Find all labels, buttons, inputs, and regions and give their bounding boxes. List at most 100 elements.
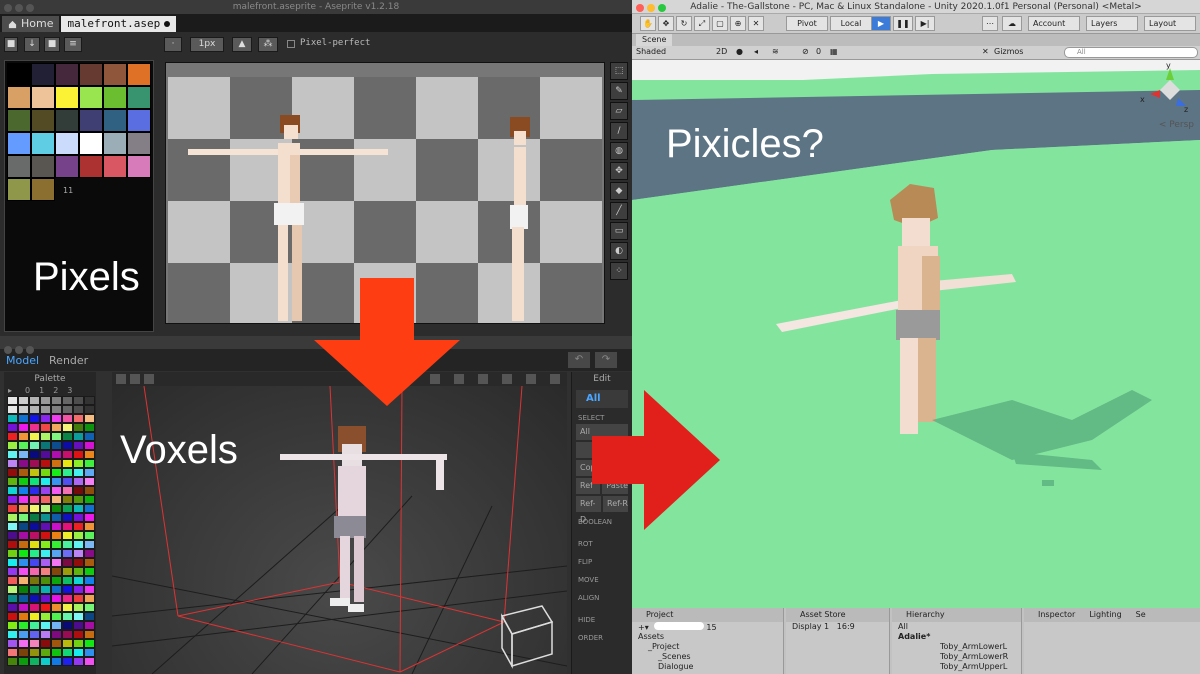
palette-swatch[interactable] (79, 155, 103, 178)
voxel-palette-swatch[interactable] (7, 477, 18, 486)
voxel-palette-swatch[interactable] (7, 423, 18, 432)
marquee-icon[interactable]: ⬚ (610, 62, 628, 80)
pivot-button[interactable]: Pivot (786, 16, 828, 31)
voxel-palette-swatch[interactable] (40, 558, 51, 567)
spray-icon[interactable]: ⁘ (610, 262, 628, 280)
voxel-palette-swatch[interactable] (73, 486, 84, 495)
voxel-palette-swatch[interactable] (84, 414, 95, 423)
voxel-palette-swatch[interactable] (7, 621, 18, 630)
voxel-palette-swatch[interactable] (40, 630, 51, 639)
voxel-palette-swatch[interactable] (7, 585, 18, 594)
copy-icon[interactable] (144, 374, 154, 384)
step-icon[interactable]: ▶| (915, 16, 935, 31)
pause-icon[interactable]: ❚❚ (893, 16, 913, 31)
voxel-palette-swatch[interactable] (7, 513, 18, 522)
voxel-palette-swatch[interactable] (51, 567, 62, 576)
hierarchy-item[interactable]: Toby_ArmLowerL (892, 642, 1021, 652)
voxel-palette-swatch[interactable] (29, 648, 40, 657)
voxel-palette-swatch[interactable] (7, 414, 18, 423)
voxel-palette-swatch[interactable] (73, 531, 84, 540)
voxel-palette-swatch[interactable] (40, 522, 51, 531)
voxel-palette-swatch[interactable] (29, 567, 40, 576)
voxel-palette-swatch[interactable] (73, 495, 84, 504)
fx-toggle-icon[interactable]: ≋ (772, 47, 779, 56)
voxel-palette-swatch[interactable] (29, 657, 40, 666)
assets-root[interactable]: Assets (632, 632, 783, 642)
cloud-icon[interactable]: ☁ (1002, 16, 1022, 31)
voxel-palette-swatch[interactable] (84, 531, 95, 540)
voxel-palette-swatch[interactable] (29, 432, 40, 441)
eraser-icon[interactable]: ▱ (610, 102, 628, 120)
voxel-palette-swatch[interactable] (18, 450, 29, 459)
voxel-palette-swatch[interactable] (18, 513, 29, 522)
voxel-palette-swatch[interactable] (73, 414, 84, 423)
voxel-palette-swatch[interactable] (73, 423, 84, 432)
voxel-palette-swatch[interactable] (40, 468, 51, 477)
dropdown-icon[interactable] (550, 374, 560, 384)
voxel-palette-swatch[interactable] (51, 648, 62, 657)
voxel-palette-swatch[interactable] (84, 396, 95, 405)
save-icon[interactable]: ■ (44, 37, 60, 52)
voxel-palette-swatch[interactable] (29, 504, 40, 513)
audio-toggle-icon[interactable]: ◂ (754, 47, 758, 56)
voxel-palette-swatch[interactable] (84, 648, 95, 657)
2d-toggle[interactable]: 2D (716, 47, 727, 56)
voxel-palette-swatch[interactable] (84, 522, 95, 531)
voxel-palette-swatch[interactable] (51, 414, 62, 423)
voxel-palette-swatch[interactable] (51, 549, 62, 558)
align-section-label[interactable]: ALIGN (572, 594, 632, 602)
voxel-palette-swatch[interactable] (51, 603, 62, 612)
voxel-palette-swatch[interactable] (73, 576, 84, 585)
palette-swatch[interactable] (55, 155, 79, 178)
palette-page-3[interactable]: 3 (67, 386, 72, 396)
voxel-palette-swatch[interactable] (84, 576, 95, 585)
voxel-palette-swatch[interactable] (40, 648, 51, 657)
voxel-palette-swatch[interactable] (29, 459, 40, 468)
voxel-palette-swatch[interactable] (51, 468, 62, 477)
voxel-palette-swatch[interactable] (7, 549, 18, 558)
rectangle-icon[interactable]: ▭ (610, 222, 628, 240)
voxel-palette-swatch[interactable] (29, 558, 40, 567)
palette-swatch[interactable] (55, 86, 79, 109)
voxel-palette-swatch[interactable] (84, 549, 95, 558)
voxel-palette-swatch[interactable] (84, 594, 95, 603)
voxel-palette-swatch[interactable] (73, 450, 84, 459)
voxel-palette-swatch[interactable] (29, 621, 40, 630)
pencil-icon[interactable]: ✎ (610, 82, 628, 100)
palette-swatch[interactable] (79, 86, 103, 109)
voxel-viewport[interactable]: Voxels (112, 386, 567, 674)
voxel-palette-swatch[interactable] (7, 603, 18, 612)
display-dropdown[interactable]: Display 1 16:9 (786, 622, 889, 632)
voxel-palette-swatch[interactable] (7, 450, 18, 459)
voxel-palette-swatch[interactable] (51, 477, 62, 486)
voxel-palette-swatch[interactable] (73, 621, 84, 630)
voxel-palette-swatch[interactable] (18, 585, 29, 594)
voxel-palette-swatch[interactable] (51, 630, 62, 639)
voxel-palette-swatch[interactable] (29, 576, 40, 585)
voxel-palette-swatch[interactable] (51, 396, 62, 405)
tab-asset-store[interactable]: Asset Store (786, 608, 889, 622)
voxel-palette-swatch[interactable] (73, 558, 84, 567)
voxel-palette-swatch[interactable] (84, 450, 95, 459)
order-section-label[interactable]: ORDER (572, 634, 632, 642)
voxel-palette-swatch[interactable] (73, 603, 84, 612)
voxel-palette-swatch[interactable] (29, 486, 40, 495)
pixel-perfect-checkbox[interactable] (287, 40, 295, 48)
palette-swatch[interactable] (31, 178, 55, 201)
voxel-palette-swatch[interactable] (84, 513, 95, 522)
voxel-palette-swatch[interactable] (62, 603, 73, 612)
zoom-icon[interactable]: ◍ (610, 142, 628, 160)
menu-icon[interactable]: ≡ (64, 37, 82, 52)
assets-item-dialogue[interactable]: Dialogue (632, 662, 783, 672)
voxel-palette-swatch[interactable] (7, 522, 18, 531)
voxel-palette-swatch[interactable] (73, 648, 84, 657)
voxel-palette-swatch[interactable] (73, 396, 84, 405)
palette-swatch[interactable] (127, 109, 151, 132)
voxel-palette-swatch[interactable] (73, 513, 84, 522)
voxel-palette-swatch[interactable] (62, 531, 73, 540)
hand-tool-icon[interactable]: ✋ (640, 16, 656, 31)
palette-swatch[interactable] (7, 63, 31, 86)
voxel-palette-swatch[interactable] (7, 639, 18, 648)
voxel-palette-swatch[interactable] (51, 432, 62, 441)
voxel-palette-swatch[interactable] (7, 396, 18, 405)
